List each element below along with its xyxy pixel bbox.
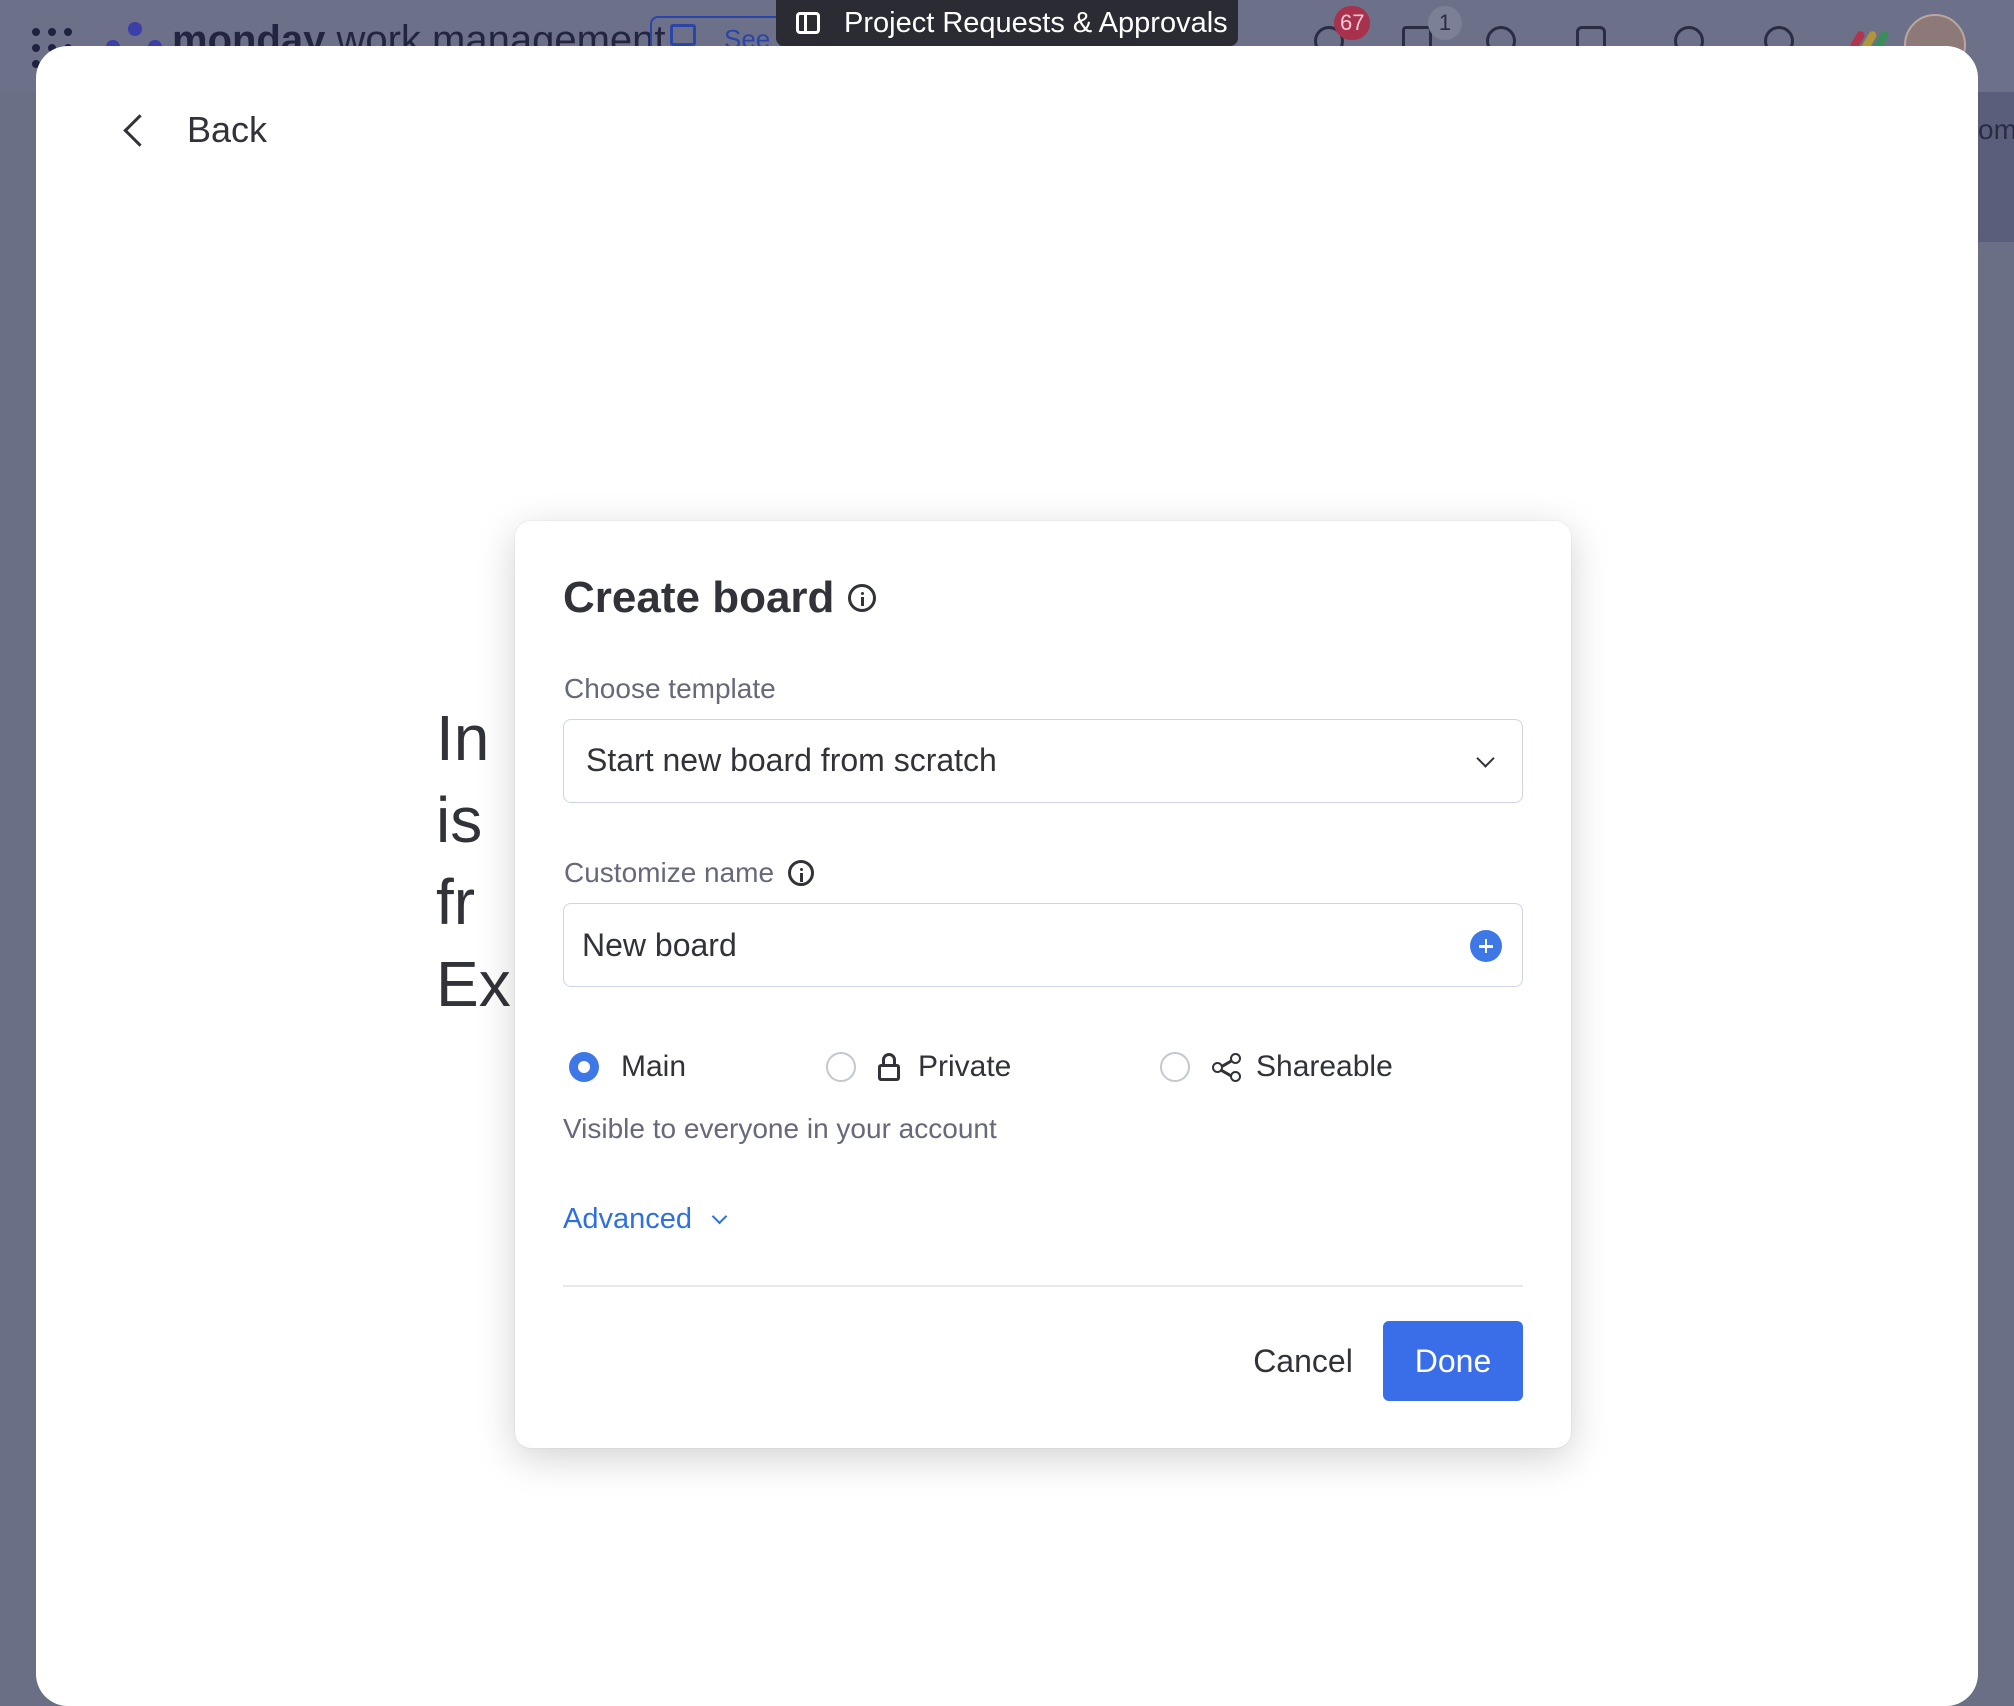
template-select-value: Start new board from scratch [586,742,997,778]
gift-icon [670,24,696,46]
left-sidebar [0,92,40,1694]
info-icon[interactable] [848,584,877,612]
window-title: Project Requests & Approvals [776,0,1238,46]
privacy-option-main-label: Main [621,1050,687,1083]
template-select[interactable]: Start new board from scratch [563,719,1523,803]
chevron-down-icon [711,1208,728,1225]
back-label: Back [187,109,268,150]
done-button[interactable]: Done [1383,1321,1523,1401]
footer-divider [563,1285,1523,1287]
create-board-dialog: Create board Choose template Start new b… [515,521,1571,1448]
template-label: Choose template [564,673,776,704]
board-name-field[interactable] [563,903,1523,987]
right-edge-text: om [1978,114,2014,145]
advanced-label: Advanced [563,1203,692,1235]
board-layout-icon [796,12,820,34]
visibility-note: Visible to everyone in your account [563,1113,997,1144]
radio-main[interactable] [569,1052,599,1082]
radio-shareable[interactable] [1160,1052,1190,1082]
dialog-title-text: Create board [563,573,835,622]
background-headline-line-3: fr [436,866,476,938]
plus-icon[interactable] [1470,930,1502,962]
chevron-left-icon [123,113,156,147]
notifications-badge: 67 [1334,6,1371,40]
back-button[interactable]: Back [120,100,267,160]
privacy-option-private[interactable]: Private [826,1039,1011,1095]
background-headline-line-4: Ex [436,948,511,1020]
info-icon[interactable] [788,860,815,886]
inbox-badge: 1 [1428,6,1462,40]
privacy-option-main[interactable]: Main [569,1039,686,1095]
brand-name: monday work management [172,18,666,48]
share-icon [1212,1052,1242,1082]
privacy-option-shareable[interactable]: Shareable [1160,1039,1393,1095]
board-name-input[interactable] [582,918,1442,972]
lock-icon [878,1053,900,1081]
radio-private[interactable] [826,1052,856,1082]
name-label-text: Customize name [564,857,775,888]
cancel-button[interactable]: Cancel [1233,1321,1373,1401]
privacy-option-shareable-label: Shareable [1256,1050,1393,1083]
name-label: Customize name [564,857,815,889]
dialog-title: Create board [563,573,877,623]
chevron-down-icon [1476,749,1495,768]
advanced-toggle[interactable]: Advanced [563,1203,728,1236]
background-headline-line-2: is [436,784,483,856]
create-board-page: Back In is fr Ex e Create board Choose t… [36,46,1978,1706]
privacy-option-private-label: Private [918,1050,1012,1083]
window-title-text: Project Requests & Approvals [844,6,1228,39]
privacy-radio-group: Main Private Shareable [563,1039,1523,1095]
background-headline-line-1: In [436,702,490,774]
